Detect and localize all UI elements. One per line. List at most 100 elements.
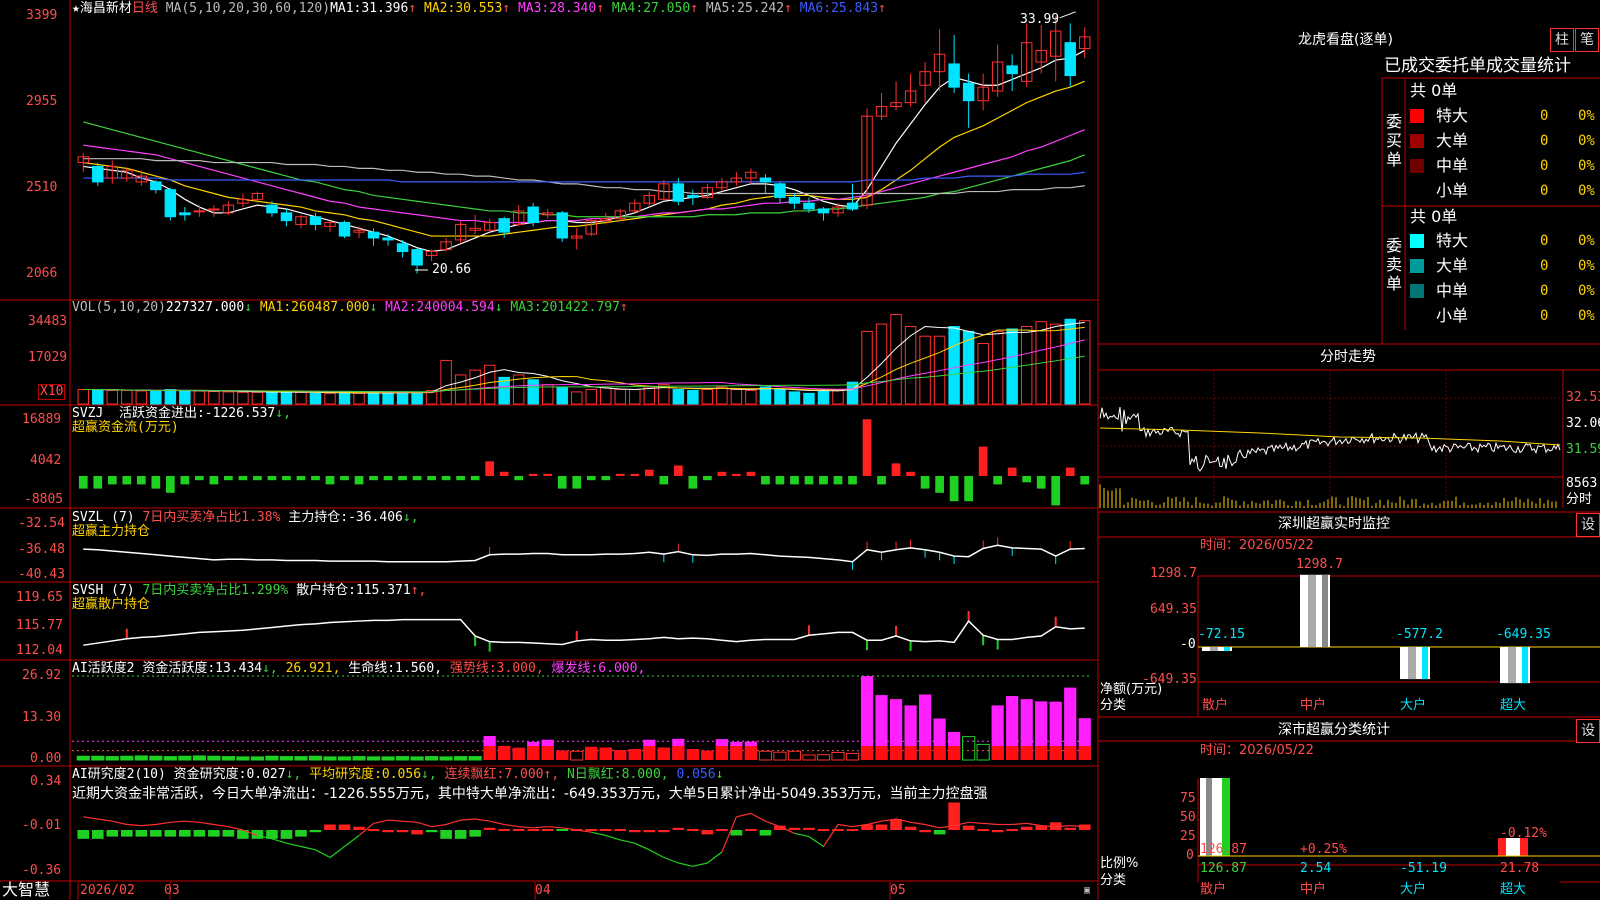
bar-view-button[interactable]: 柱 (1550, 28, 1574, 52)
fund-flow-bar (1036, 476, 1046, 489)
fund-flow-bar (296, 476, 306, 481)
research-bar (469, 830, 481, 837)
research-line-seg (1026, 822, 1042, 827)
activity-base-bar (1020, 745, 1033, 760)
activity-bar (758, 750, 773, 761)
ai-active-info-line: AI活跃度2 资金活跃度:13.434↓, 26.921, 生命线:1.560,… (72, 661, 645, 677)
category-label: 超大 (1500, 882, 1527, 897)
ai-research-info-line: AI研究度2(10) 资金研究度:0.027↓, 平均研究度:0.056↓, 连… (72, 767, 723, 783)
monitor-bar-value: 1298.7 (1296, 556, 1343, 572)
activity-bar (120, 755, 134, 761)
fund-flow-bar (224, 476, 233, 481)
fund-flow-bar (1080, 476, 1090, 485)
svzl-tick-2: -36.48 (18, 542, 65, 557)
research-bar (745, 829, 757, 831)
activity-base-bar (715, 745, 728, 760)
research-bar (803, 827, 815, 830)
item-arrow: , (660, 767, 669, 782)
volume-bar (92, 388, 104, 405)
fund-flow-bar (311, 476, 320, 481)
fund-flow-bar (761, 476, 770, 485)
volume-bar (977, 342, 989, 405)
fund-flow-bar (993, 476, 1003, 485)
order-count: 0 (1540, 233, 1549, 249)
svsh-tick-3: 112.04 (16, 643, 63, 658)
stock-name[interactable]: 海昌新材 (80, 1, 132, 16)
item-label: 资金活跃度: (142, 661, 216, 676)
fund-flow-bar (572, 476, 582, 489)
tab-volume-stats[interactable]: 成交量统计 (1486, 56, 1571, 76)
candle-body (759, 177, 772, 183)
item-arrow: , (332, 661, 341, 676)
volume-bar (338, 392, 351, 405)
volume-bar (266, 391, 278, 405)
tab-filled[interactable]: 已成交 (1384, 56, 1435, 76)
ai-active-tick-1: 26.92 (22, 668, 62, 683)
volume-bar (614, 388, 627, 405)
activity-base-bar (672, 745, 685, 760)
research-line-seg (184, 820, 200, 823)
fund-flow-bar (267, 476, 277, 481)
activity-bar (279, 756, 294, 761)
order-color-box (1410, 134, 1424, 148)
chart-canvas[interactable] (0, 0, 1600, 900)
intraday-title[interactable]: 分时走势 (1320, 349, 1376, 365)
research-bar (411, 830, 423, 835)
order-percent: 0% (1578, 158, 1595, 174)
research-line-seg (591, 831, 606, 837)
activity-bar (366, 756, 381, 761)
activity-bar (250, 756, 265, 761)
volume-bar (367, 391, 380, 405)
volume-bar (803, 392, 815, 405)
volume-bar (251, 391, 264, 405)
research-bar (730, 830, 743, 836)
activity-base-bar (730, 745, 743, 760)
fund-flow-bar (383, 476, 393, 481)
fund-flow-bar (136, 476, 146, 485)
volume-bar (846, 381, 859, 405)
order-type-label: 小单 (1436, 306, 1469, 325)
activity-bar (831, 752, 845, 761)
volume-bar (280, 391, 293, 405)
research-bar (962, 825, 975, 830)
activity-base-bar (875, 745, 888, 760)
tick-view-button[interactable]: 笔 (1575, 28, 1599, 52)
fund-flow-bar (586, 476, 596, 481)
activity-base-bar (512, 747, 525, 760)
fund-flow-bar (499, 471, 509, 476)
period-label[interactable]: 日线 (132, 1, 158, 16)
candle-body (411, 249, 423, 266)
monitor-settings-button[interactable]: 设 (1576, 513, 1600, 537)
order-count: 0 (1540, 183, 1549, 199)
category-value: -51.19 (1400, 861, 1447, 876)
item-label: 平均研究度: (309, 767, 382, 782)
research-bar (483, 827, 496, 830)
volume-bar (687, 389, 699, 405)
activity-bar (76, 755, 90, 761)
fund-flow-bar (151, 476, 161, 489)
candle-body (396, 243, 409, 253)
order-color-box (1410, 284, 1424, 298)
ai-active-tick-3: 0.00 (30, 751, 62, 766)
activity-base-bar (918, 745, 932, 760)
volume-bar (440, 359, 452, 405)
research-line-seg (315, 849, 331, 859)
tab-orders[interactable]: 委托单 (1435, 56, 1486, 76)
lock-icon[interactable]: ▣ (1084, 883, 1090, 899)
favorite-star-icon[interactable]: ★ (72, 1, 80, 16)
item-arrow: ↑ (878, 1, 886, 16)
activity-bar (381, 756, 395, 761)
volume-bar (643, 386, 656, 405)
volume-info-line: VOL(5,10,20)227327.000↓ MA1:260487.000↓ … (72, 300, 628, 316)
fund-flow-bar (877, 476, 886, 485)
candle-body (208, 208, 220, 211)
research-line-seg (605, 834, 621, 841)
category-value: 21.78 (1500, 861, 1540, 876)
research-line-seg (373, 819, 389, 824)
activity-base-bar (686, 749, 699, 760)
category-settings-button[interactable]: 设 (1576, 719, 1600, 743)
research-bar (890, 819, 902, 830)
activity-base-bar (541, 745, 554, 760)
candle-body (382, 237, 394, 241)
fund-flow-bar (195, 476, 204, 481)
